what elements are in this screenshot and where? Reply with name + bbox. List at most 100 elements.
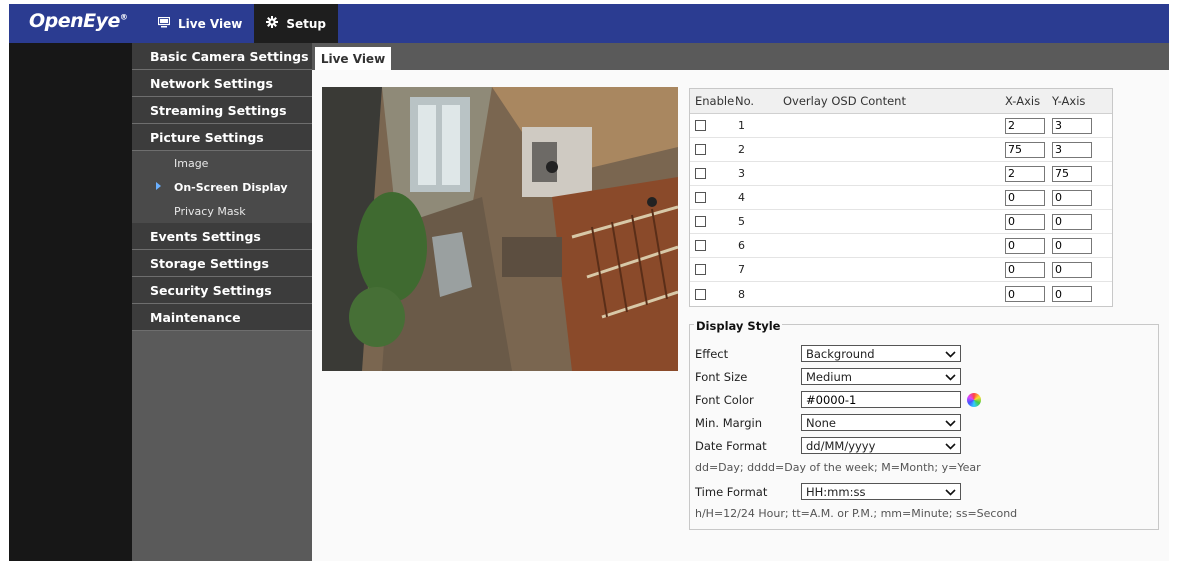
x-axis-input[interactable] bbox=[1005, 286, 1045, 302]
osd-content-area: Enable No. Overlay OSD Content X-Axis Y-… bbox=[312, 70, 1169, 561]
row-number: 4 bbox=[738, 191, 745, 204]
chevron-down-icon bbox=[945, 485, 956, 499]
tab-strip: Live View bbox=[312, 43, 1169, 70]
x-axis-input[interactable] bbox=[1005, 237, 1045, 254]
date-format-label: Date Format bbox=[695, 438, 767, 453]
enable-checkbox[interactable] bbox=[695, 192, 706, 203]
time-format-value: HH:mm:ss bbox=[806, 484, 866, 499]
row-number: 5 bbox=[738, 215, 745, 228]
enable-checkbox[interactable] bbox=[695, 240, 706, 251]
font-size-select[interactable]: Medium bbox=[801, 368, 961, 385]
osd-table: Enable No. Overlay OSD Content X-Axis Y-… bbox=[689, 88, 1113, 307]
enable-checkbox[interactable] bbox=[695, 120, 706, 131]
display-style-legend: Display Style bbox=[694, 319, 783, 333]
y-axis-input[interactable] bbox=[1052, 117, 1092, 134]
row-number: 7 bbox=[738, 263, 745, 276]
font-color-input[interactable] bbox=[801, 391, 961, 408]
font-color-row: Font Color bbox=[695, 391, 981, 408]
sidebar-subitem-image[interactable]: Image bbox=[132, 151, 312, 175]
chevron-down-icon bbox=[945, 347, 956, 361]
table-row: 1 bbox=[690, 114, 1112, 138]
row-number: 3 bbox=[738, 167, 745, 180]
x-axis-input[interactable] bbox=[1005, 189, 1045, 206]
font-color-label: Font Color bbox=[695, 392, 754, 407]
col-header-enable: Enable bbox=[695, 94, 735, 108]
font-size-row: Font Size Medium bbox=[695, 368, 961, 385]
y-axis-input[interactable] bbox=[1052, 189, 1092, 206]
font-size-value: Medium bbox=[806, 369, 852, 384]
logo-text: OpenEye bbox=[29, 10, 120, 32]
nav-live-view-label: Live View bbox=[178, 16, 243, 31]
monitor-icon bbox=[157, 16, 171, 31]
color-picker-icon[interactable] bbox=[967, 392, 981, 407]
col-header-content: Overlay OSD Content bbox=[783, 94, 906, 108]
effect-label: Effect bbox=[695, 346, 729, 361]
col-header-no: No. bbox=[735, 94, 755, 108]
date-format-row: Date Format dd/MM/yyyy bbox=[695, 437, 961, 454]
table-row: 3 bbox=[690, 162, 1112, 186]
sidebar-item-streaming[interactable]: Streaming Settings bbox=[132, 97, 312, 124]
x-axis-input[interactable] bbox=[1005, 141, 1045, 158]
nav-setup[interactable]: Setup bbox=[254, 4, 338, 43]
sidebar-item-events[interactable]: Events Settings bbox=[132, 223, 312, 250]
font-size-label: Font Size bbox=[695, 369, 748, 384]
enable-checkbox[interactable] bbox=[695, 264, 706, 275]
date-format-value: dd/MM/yyyy bbox=[806, 438, 876, 453]
sidebar-item-storage[interactable]: Storage Settings bbox=[132, 250, 312, 277]
sidebar-subitem-privacy-mask[interactable]: Privacy Mask bbox=[132, 199, 312, 223]
table-row: 4 bbox=[690, 186, 1112, 210]
time-format-row: Time Format HH:mm:ss bbox=[695, 483, 961, 500]
enable-checkbox[interactable] bbox=[695, 216, 706, 227]
min-margin-row: Min. Margin None bbox=[695, 414, 961, 431]
y-axis-input[interactable] bbox=[1052, 213, 1092, 230]
x-axis-input[interactable] bbox=[1005, 261, 1045, 278]
effect-select[interactable]: Background bbox=[801, 345, 961, 362]
sidebar-item-basic-camera[interactable]: Basic Camera Settings bbox=[132, 43, 312, 70]
y-axis-input[interactable] bbox=[1052, 141, 1092, 158]
date-format-hint: dd=Day; dddd=Day of the week; M=Month; y… bbox=[695, 461, 981, 474]
col-header-y-axis: Y-Axis bbox=[1052, 94, 1086, 108]
camera-preview[interactable] bbox=[322, 87, 678, 371]
time-format-label: Time Format bbox=[695, 484, 768, 499]
y-axis-input[interactable] bbox=[1052, 165, 1092, 182]
enable-checkbox[interactable] bbox=[695, 168, 706, 179]
sidebar-item-security[interactable]: Security Settings bbox=[132, 277, 312, 304]
min-margin-value: None bbox=[806, 415, 837, 430]
sidebar-subitem-osd[interactable]: On-Screen Display bbox=[132, 175, 312, 199]
left-panel bbox=[9, 43, 132, 561]
sidebar-item-network[interactable]: Network Settings bbox=[132, 70, 312, 97]
col-header-x-axis: X-Axis bbox=[1005, 94, 1041, 108]
table-row: 2 bbox=[690, 138, 1112, 162]
effect-value: Background bbox=[806, 346, 875, 361]
nav-setup-label: Setup bbox=[286, 16, 326, 31]
time-format-select[interactable]: HH:mm:ss bbox=[801, 483, 961, 500]
top-bar: OpenEye® Live View Setup bbox=[9, 4, 1169, 43]
x-axis-input[interactable] bbox=[1005, 117, 1045, 134]
x-axis-input[interactable] bbox=[1005, 213, 1045, 230]
display-style-group: Display Style Effect Background Font Siz… bbox=[689, 319, 1159, 530]
enable-checkbox[interactable] bbox=[695, 144, 706, 155]
effect-row: Effect Background bbox=[695, 345, 961, 362]
table-row: 7 bbox=[690, 258, 1112, 282]
sidebar-subitem-osd-label: On-Screen Display bbox=[174, 180, 288, 194]
x-axis-input[interactable] bbox=[1005, 165, 1045, 182]
sidebar-item-picture[interactable]: Picture Settings bbox=[132, 124, 312, 151]
min-margin-label: Min. Margin bbox=[695, 415, 762, 430]
y-axis-input[interactable] bbox=[1052, 261, 1092, 278]
nav-live-view[interactable]: Live View bbox=[146, 4, 254, 43]
selected-arrow-icon bbox=[156, 182, 161, 190]
date-format-select[interactable]: dd/MM/yyyy bbox=[801, 437, 961, 454]
sidebar-item-maintenance[interactable]: Maintenance bbox=[132, 304, 312, 331]
y-axis-input[interactable] bbox=[1052, 237, 1092, 254]
osd-table-header: Enable No. Overlay OSD Content X-Axis Y-… bbox=[690, 89, 1112, 114]
y-axis-input[interactable] bbox=[1052, 286, 1092, 302]
camera-preview-image bbox=[322, 87, 678, 371]
row-number: 8 bbox=[738, 287, 745, 301]
tab-live-view[interactable]: Live View bbox=[315, 47, 391, 70]
row-number: 1 bbox=[738, 119, 745, 132]
min-margin-select[interactable]: None bbox=[801, 414, 961, 431]
chevron-down-icon bbox=[945, 439, 956, 453]
row-number: 6 bbox=[738, 239, 745, 252]
settings-sidebar: Basic Camera Settings Network Settings S… bbox=[132, 43, 312, 561]
enable-checkbox[interactable] bbox=[695, 288, 706, 300]
